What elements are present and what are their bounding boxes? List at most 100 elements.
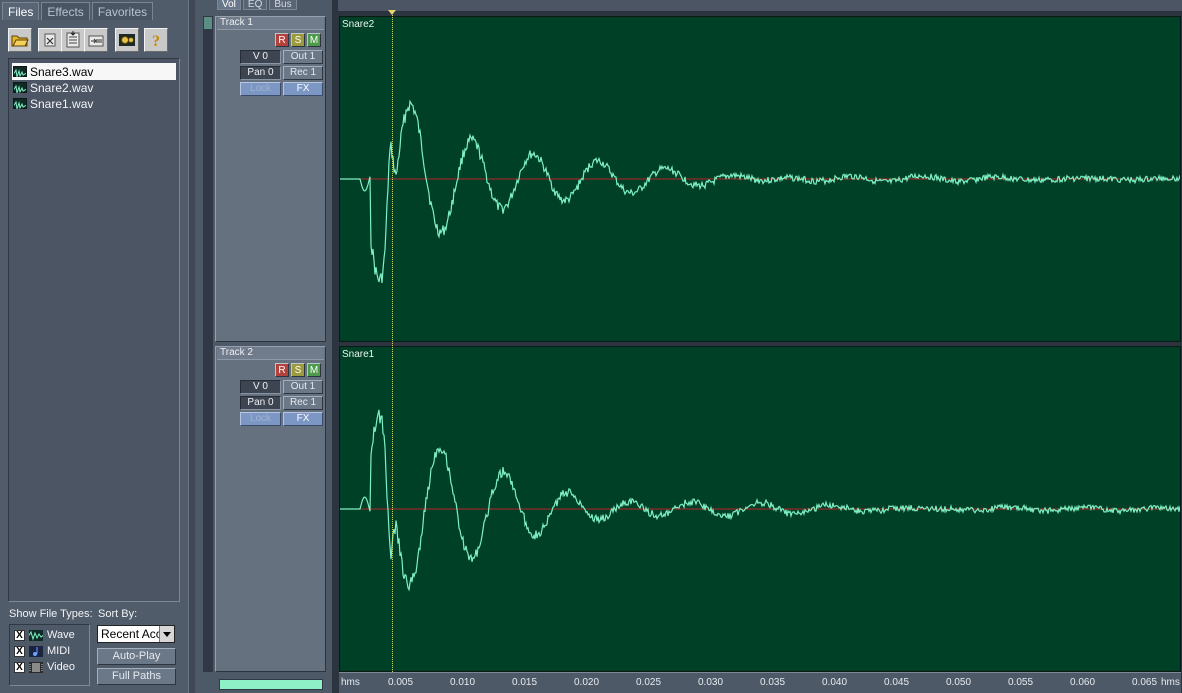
panel-splitter[interactable] [188, 0, 195, 693]
pan-control[interactable]: Pan 0 [240, 66, 281, 80]
output-button[interactable]: Out 1 [283, 380, 323, 394]
file-type-wave[interactable]: X Wave [14, 628, 75, 642]
volume-control[interactable]: V 0 [240, 50, 281, 64]
wave-file-icon [13, 98, 27, 110]
track-scrollbar[interactable] [203, 16, 213, 672]
solo-button[interactable]: S [291, 33, 305, 47]
file-type-midi[interactable]: X MIDI [14, 644, 70, 658]
waveform-snare2 [340, 99, 1180, 284]
level-meter [219, 679, 323, 690]
ruler-tick: 0.020 [574, 677, 600, 688]
ruler-tick: 0.035 [760, 677, 786, 688]
ruler-unit-right: hms [1161, 677, 1180, 688]
track-name[interactable]: Track 1 [217, 17, 324, 30]
sort-by-select[interactable]: Recent Acc [97, 625, 175, 643]
pan-control[interactable]: Pan 0 [240, 396, 281, 410]
multitrack-editor: Files Effects Favorites ? Snare3.wav Sna… [0, 0, 1182, 693]
file-item[interactable]: Snare2.wav [12, 79, 176, 96]
mute-button[interactable]: M [307, 363, 321, 377]
track-name[interactable]: Track 2 [217, 347, 324, 360]
output-button[interactable]: Out 1 [283, 50, 323, 64]
record-input-button[interactable]: Rec 1 [283, 396, 323, 410]
track-lane-1[interactable]: Snare2 [339, 16, 1181, 342]
show-file-types-label: Show File Types: [9, 608, 93, 620]
ruler-tick: 0.065 [1132, 677, 1158, 688]
fx-button[interactable]: FX [283, 412, 323, 426]
file-types-filter: X Wave X MIDI X Video [9, 624, 90, 686]
clip-name: Snare1 [342, 349, 375, 360]
wave-file-icon [13, 66, 27, 78]
ruler-tick: 0.055 [1008, 677, 1034, 688]
record-input-button[interactable]: Rec 1 [283, 66, 323, 80]
chevron-down-icon[interactable] [159, 626, 174, 642]
close-all-icon [66, 31, 80, 48]
settings-button[interactable] [115, 28, 139, 52]
clip-name: Snare2 [342, 19, 375, 30]
midi-file-icon [29, 645, 43, 657]
wave-file-icon [13, 82, 27, 94]
file-list[interactable]: Snare3.wav Snare2.wav Snare1.wav [8, 58, 180, 602]
video-file-icon [29, 661, 43, 673]
insert-button[interactable] [84, 28, 108, 52]
volume-control[interactable]: V 0 [240, 380, 281, 394]
mute-button[interactable]: M [307, 33, 321, 47]
file-type-video[interactable]: X Video [14, 660, 75, 674]
waveform-line [340, 409, 1180, 592]
solo-button[interactable]: S [291, 363, 305, 377]
ruler-tick: 0.005 [388, 677, 414, 688]
ruler-tick: 0.050 [946, 677, 972, 688]
ruler-tick: 0.015 [512, 677, 538, 688]
top-scroll-bar[interactable] [338, 0, 1182, 12]
tab-favorites[interactable]: Favorites [91, 2, 154, 20]
help-icon: ? [152, 33, 160, 49]
ruler-tick: 0.010 [450, 677, 476, 688]
panel-tabs: Files Effects Favorites [2, 2, 154, 20]
file-item[interactable]: Snare3.wav [12, 63, 176, 80]
full-paths-button[interactable]: Full Paths [97, 668, 176, 685]
playhead-cursor [392, 10, 393, 676]
wave-type-label: Wave [47, 629, 75, 641]
record-arm-button[interactable]: R [275, 33, 289, 47]
files-panel: Files Effects Favorites ? Snare3.wav Sna… [0, 0, 188, 693]
open-file-button[interactable] [8, 28, 32, 52]
wave-file-icon [28, 629, 44, 641]
video-checkbox[interactable]: X [14, 661, 25, 673]
ruler-tick: 0.060 [1070, 677, 1096, 688]
track-lane-2[interactable]: Snare1 [339, 346, 1181, 672]
time-ruler[interactable]: hms 0.005 0.010 0.015 0.020 0.025 0.030 … [339, 672, 1181, 693]
auto-play-button[interactable]: Auto-Play [97, 648, 176, 665]
midi-type-label: MIDI [47, 645, 71, 657]
tab-bus[interactable]: Bus [269, 0, 297, 10]
help-button[interactable]: ? [144, 28, 168, 52]
track-controls-column: Vol EQ Bus Track 1 R S M V 0 Out 1 Pan 0… [195, 0, 332, 693]
close-file-button[interactable] [38, 28, 62, 52]
video-type-label: Video [47, 661, 75, 673]
close-all-button[interactable] [61, 28, 85, 52]
file-name: Snare3.wav [30, 64, 94, 79]
tab-eq[interactable]: EQ [242, 0, 268, 10]
waveform-line [340, 99, 1180, 284]
midi-checkbox[interactable]: X [14, 645, 25, 657]
settings-icon [119, 34, 135, 46]
waveform-snare1 [340, 409, 1180, 592]
fx-button[interactable]: FX [283, 82, 323, 96]
insert-icon [88, 35, 104, 47]
file-name: Snare2.wav [30, 80, 94, 95]
ruler-tick: 0.030 [698, 677, 724, 688]
ruler-tick: 0.025 [636, 677, 662, 688]
scrollbar-thumb[interactable] [204, 17, 212, 29]
record-arm-button[interactable]: R [275, 363, 289, 377]
tab-vol[interactable]: Vol [217, 0, 241, 10]
track-header: Track 2 R S M V 0 Out 1 Pan 0 Rec 1 Lock… [215, 346, 326, 672]
tab-effects[interactable]: Effects [41, 2, 90, 20]
file-item[interactable]: Snare1.wav [12, 95, 176, 112]
ruler-tick: 0.045 [884, 677, 910, 688]
open-file-icon [11, 35, 29, 47]
svg-text:?: ? [152, 33, 160, 49]
tab-files[interactable]: Files [2, 2, 40, 20]
lock-button[interactable]: Lock [240, 412, 281, 426]
multitrack-view[interactable]: Snare2 Snare1 hms 0.005 0.010 0.015 0.02… [332, 0, 1182, 693]
lock-button[interactable]: Lock [240, 82, 281, 96]
wave-checkbox[interactable]: X [14, 629, 25, 641]
sort-by-label: Sort By: [98, 608, 138, 620]
